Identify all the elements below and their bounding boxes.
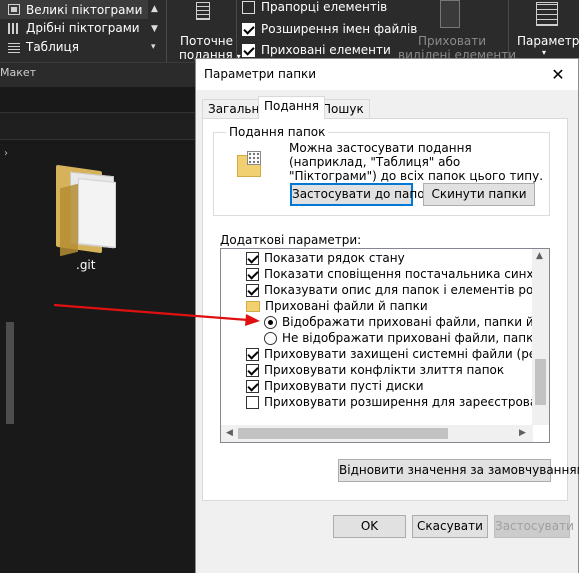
hide-selected-icon (440, 0, 466, 30)
folder-options-dialog: Параметри папки ✕ Загальні Подання Пошук… (195, 58, 579, 573)
ribbon-separator (236, 0, 237, 62)
hide-selected-label-1: Приховати (417, 34, 487, 48)
cancel-button[interactable]: Скасувати (412, 515, 488, 538)
list-item[interactable]: Відображати приховані файли, папки й дис… (264, 314, 550, 330)
list-item-label: Показати рядок стану (264, 251, 405, 265)
git-folder-icon[interactable] (52, 164, 124, 257)
scroll-up-icon[interactable]: ▲ (151, 4, 158, 14)
list-item[interactable]: Приховувати захищені системні файли (рек… (246, 346, 549, 362)
ok-button[interactable]: OK (333, 515, 406, 538)
close-icon[interactable]: ✕ (538, 59, 578, 90)
vertical-scrollbar[interactable]: ▲ (532, 249, 549, 425)
folder-view-icon (237, 151, 263, 179)
radio-button[interactable] (264, 331, 277, 345)
options-button[interactable]: Параметри ▾ (512, 0, 579, 62)
checkbox[interactable] (246, 379, 259, 393)
radio-button[interactable] (264, 315, 277, 329)
list-item-label: Приховувати захищені системні файли (рек… (264, 347, 549, 361)
chevron-icon[interactable]: › (4, 148, 8, 159)
list-item[interactable]: Приховувати розширення для зареєстровани… (246, 394, 550, 410)
checkbox[interactable] (246, 283, 259, 297)
dialog-title: Параметри папки (204, 67, 317, 81)
tab-view[interactable]: Подання (258, 96, 325, 119)
file-extensions-checkbox[interactable] (242, 22, 255, 36)
apply-button: Застосувати (494, 515, 574, 538)
file-extensions-toggle[interactable]: Розширення імен файлів (242, 22, 417, 36)
layout-table[interactable]: Таблиця (8, 40, 79, 54)
checkbox[interactable] (246, 363, 259, 377)
advanced-settings-label: Додаткові параметри: (220, 233, 362, 247)
list-item-label: Приховувати конфлікти злиття папок (264, 363, 505, 377)
item-checkboxes-label: Прапорці елементів (261, 0, 388, 14)
restore-defaults-button[interactable]: Відновити значення за замовчуванням (338, 459, 579, 482)
list-item-label: Показувати опис для папок і елементів ро… (264, 283, 549, 297)
layout-group-label: Макет (0, 66, 37, 79)
list-item-label: Не відображати приховані файли, папки й … (282, 331, 549, 345)
list-item-label: Приховані файли й папки (265, 299, 428, 313)
scrollbar-thumb[interactable] (238, 428, 448, 439)
ribbon-separator (166, 0, 167, 62)
checkbox[interactable] (246, 395, 259, 409)
list-item-label: Приховувати розширення для зареєстровани… (264, 395, 550, 409)
layout-large-icons[interactable]: Великі піктограми (0, 0, 148, 19)
options-label: Параметри (517, 34, 579, 48)
folder-icon (246, 300, 260, 312)
scroll-down-icon[interactable]: ▼ (151, 24, 158, 34)
options-icon (536, 2, 558, 26)
horizontal-scrollbar[interactable]: ◀ ▶ (221, 425, 533, 442)
ribbon-separator (508, 0, 509, 62)
large-icons-icon (8, 4, 20, 15)
list-item[interactable]: Показати рядок стану (246, 250, 405, 266)
explorer-scrollbar[interactable] (6, 322, 14, 424)
current-view-icon (196, 2, 210, 20)
list-item-group: Приховані файли й папки (246, 298, 428, 314)
scrollbar-thumb[interactable] (535, 359, 546, 405)
hidden-items-label: Приховані елементи (261, 43, 391, 57)
list-item[interactable]: Показати сповіщення постачальника синхро… (246, 266, 549, 282)
advanced-settings-list: Показати рядок стану Показати сповіщення… (220, 248, 550, 443)
layout-table-label: Таблиця (26, 40, 79, 54)
current-view-button[interactable]: Поточне подання ▾ (174, 0, 241, 62)
scroll-up-icon[interactable]: ▲ (536, 251, 543, 261)
chevron-down-icon: ▾ (542, 48, 547, 57)
table-icon (8, 41, 20, 53)
folder-views-description: Можна застосувати подання (наприклад, "Т… (289, 141, 544, 183)
layout-large-icons-label: Великі піктограми (26, 2, 143, 17)
list-item[interactable]: Приховувати пусті диски (246, 378, 424, 394)
list-item[interactable]: Показувати опис для папок і елементів ро… (246, 282, 549, 298)
item-checkboxes-checkbox[interactable] (242, 0, 255, 14)
list-item-label: Приховувати пусті диски (264, 379, 424, 393)
layout-small-icons[interactable]: Дрібні піктограми (8, 21, 140, 35)
folder-views-label: Подання папок (226, 125, 329, 139)
small-icons-icon (8, 22, 20, 34)
item-checkboxes-toggle[interactable]: Прапорці елементів (242, 0, 387, 14)
reset-folders-button[interactable]: Скинути папки (423, 183, 535, 206)
scroll-right-icon[interactable]: ▶ (519, 428, 526, 438)
list-item[interactable]: Не відображати приховані файли, папки й … (264, 330, 549, 346)
git-folder-label[interactable]: .git (76, 258, 95, 272)
layout-small-icons-label: Дрібні піктограми (26, 21, 140, 35)
apply-to-folders-button[interactable]: Застосувати до папок (290, 183, 432, 206)
checkbox[interactable] (246, 251, 259, 265)
file-extensions-label: Розширення імен файлів (261, 22, 418, 36)
list-item[interactable]: Приховувати конфлікти злиття папок (246, 362, 504, 378)
list-item-label: Відображати приховані файли, папки й дис… (282, 315, 550, 329)
checkbox[interactable] (246, 347, 259, 361)
hidden-items-checkbox[interactable] (242, 43, 255, 57)
checkbox[interactable] (246, 267, 259, 281)
expand-gallery-icon[interactable]: ▾ (151, 42, 156, 52)
current-view-label-1: Поточне (180, 34, 234, 48)
explorer-ribbon: Великі піктограми Дрібні піктограми Табл… (0, 0, 579, 62)
dialog-titlebar: Параметри папки ✕ (196, 59, 578, 90)
hidden-items-toggle[interactable]: Приховані елементи (242, 43, 391, 57)
screen: Великі піктограми Дрібні піктограми Табл… (0, 0, 579, 573)
scroll-left-icon[interactable]: ◀ (226, 428, 233, 438)
address-area (0, 112, 200, 140)
list-item-label: Показати сповіщення постачальника синхро… (264, 267, 549, 281)
